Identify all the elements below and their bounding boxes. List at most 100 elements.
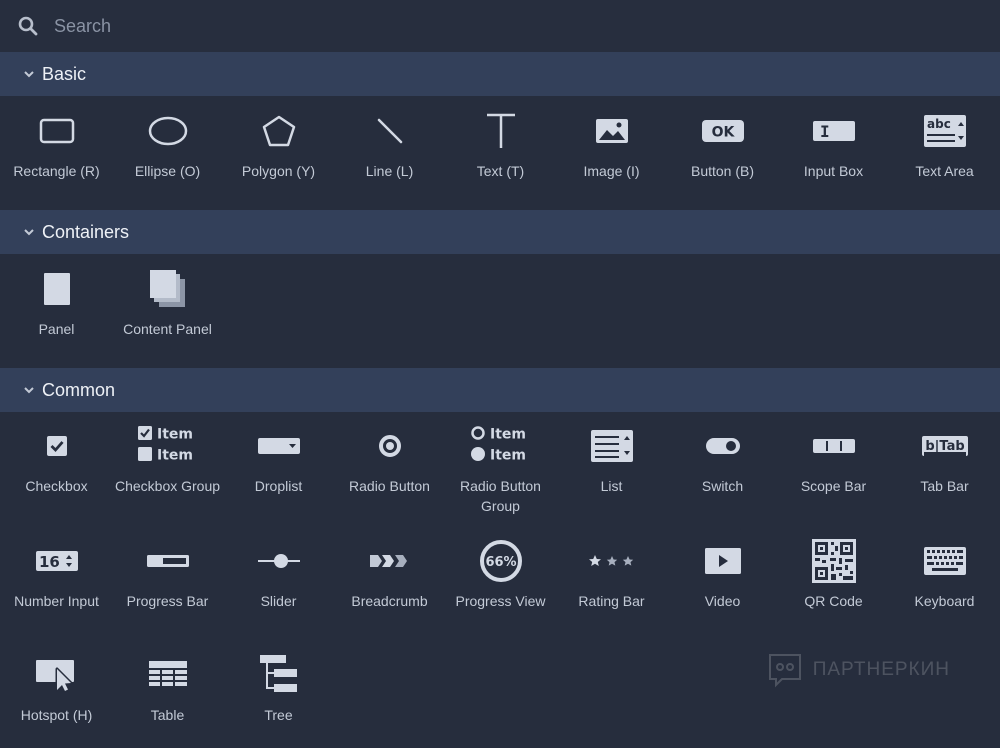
component-label: Tab Bar bbox=[920, 478, 969, 494]
checkbox-item-text: Item bbox=[157, 448, 193, 464]
common-grid: Checkbox Item Item Checkbox Group Droplis… bbox=[0, 412, 1000, 748]
component-progress-view[interactable]: 66% Progress View bbox=[445, 536, 556, 611]
section-header-containers[interactable]: Containers bbox=[0, 210, 1000, 254]
progress-view-icon: 66% bbox=[479, 540, 522, 582]
component-ellipse[interactable]: Ellipse (O) bbox=[112, 106, 223, 181]
component-label: List bbox=[600, 478, 623, 494]
progress-view-percent: 66% bbox=[485, 555, 516, 570]
progress-bar-icon bbox=[146, 555, 189, 567]
component-label: Progress View bbox=[455, 593, 546, 609]
component-label: Number Input bbox=[14, 593, 99, 609]
component-table[interactable]: Table bbox=[112, 650, 223, 725]
text-area-icon: abc bbox=[923, 115, 966, 147]
component-label: Radio Button Group bbox=[460, 478, 541, 514]
component-label: Tree bbox=[264, 707, 293, 723]
component-label: Content Panel bbox=[123, 321, 212, 337]
breadcrumb-icon bbox=[369, 555, 407, 567]
component-droplist[interactable]: Droplist bbox=[223, 421, 334, 496]
basic-grid: Rectangle (R) Ellipse (O) Polygon (Y) Li… bbox=[0, 96, 1000, 210]
watermark: ПАРТНЕРКИН bbox=[767, 652, 950, 688]
text-area-abc-text: abc bbox=[927, 117, 951, 131]
component-switch[interactable]: Switch bbox=[667, 421, 778, 496]
component-content-panel[interactable]: Content Panel bbox=[112, 264, 223, 339]
component-polygon[interactable]: Polygon (Y) bbox=[223, 106, 334, 181]
qr-code-icon bbox=[811, 539, 856, 583]
component-input-box[interactable]: I Input Box bbox=[778, 106, 889, 181]
component-slider[interactable]: Slider bbox=[223, 536, 334, 611]
component-breadcrumb[interactable]: Breadcrumb bbox=[334, 536, 445, 611]
text-icon bbox=[486, 113, 515, 148]
component-label: Ellipse (O) bbox=[134, 163, 201, 179]
component-hotspot[interactable]: Hotspot (H) bbox=[1, 650, 112, 725]
component-scope-bar[interactable]: Scope Bar bbox=[778, 421, 889, 496]
component-rectangle[interactable]: Rectangle (R) bbox=[1, 106, 112, 181]
video-icon bbox=[704, 548, 741, 574]
component-video[interactable]: Video bbox=[667, 536, 778, 611]
component-label: Rating Bar bbox=[578, 593, 645, 609]
checkbox-group-icon: Item Item bbox=[137, 426, 193, 464]
section-title: Common bbox=[42, 379, 116, 400]
component-label: Checkbox bbox=[25, 478, 88, 494]
component-radio-button[interactable]: Radio Button bbox=[334, 421, 445, 496]
component-label: Table bbox=[150, 707, 185, 723]
number-input-value: 16 bbox=[39, 553, 60, 571]
component-qr-code[interactable]: QR Code bbox=[778, 536, 889, 611]
section-title: Containers bbox=[42, 221, 130, 242]
search-input[interactable] bbox=[52, 14, 656, 38]
button-ok-text: OK bbox=[711, 125, 735, 141]
component-label: Keyboard bbox=[914, 593, 975, 609]
chevron-down-icon bbox=[24, 229, 34, 236]
section-header-common[interactable]: Common bbox=[0, 368, 1000, 412]
component-panel[interactable]: Panel bbox=[1, 264, 112, 339]
switch-icon bbox=[705, 438, 740, 454]
component-list[interactable]: List bbox=[556, 421, 667, 496]
button-icon: OK bbox=[701, 120, 744, 142]
search-icon bbox=[18, 16, 38, 36]
radio-button-group-icon: Item Item bbox=[470, 426, 525, 464]
component-label: Droplist bbox=[254, 478, 303, 494]
component-label: QR Code bbox=[804, 593, 863, 609]
component-label: Radio Button bbox=[349, 478, 430, 494]
component-label: Image (I) bbox=[583, 163, 640, 179]
panel-icon bbox=[43, 273, 70, 305]
component-label: Text Area bbox=[915, 163, 974, 179]
content-panel-icon bbox=[149, 270, 185, 307]
checkbox-icon bbox=[46, 436, 67, 456]
component-label: Slider bbox=[260, 593, 297, 609]
component-checkbox[interactable]: Checkbox bbox=[1, 421, 112, 496]
table-icon bbox=[148, 661, 187, 686]
component-radio-button-group[interactable]: Item Item Radio Button Group bbox=[445, 421, 556, 516]
component-checkbox-group[interactable]: Item Item Checkbox Group bbox=[112, 421, 223, 496]
polygon-icon bbox=[262, 115, 295, 147]
component-label: Rectangle (R) bbox=[13, 163, 100, 179]
component-label: Input Box bbox=[803, 163, 864, 179]
line-icon bbox=[377, 118, 402, 144]
component-progress-bar[interactable]: Progress Bar bbox=[112, 536, 223, 611]
input-cursor-text: I bbox=[820, 122, 830, 141]
component-text[interactable]: Text (T) bbox=[445, 106, 556, 181]
component-tab-bar[interactable]: b|Tab Tab Bar bbox=[889, 421, 1000, 496]
component-image[interactable]: Image (I) bbox=[556, 106, 667, 181]
component-number-input[interactable]: 16 Number Input bbox=[1, 536, 112, 611]
droplist-icon bbox=[257, 438, 300, 454]
component-label: Button (B) bbox=[690, 163, 755, 179]
section-header-basic[interactable]: Basic bbox=[0, 52, 1000, 96]
component-keyboard[interactable]: Keyboard bbox=[889, 536, 1000, 611]
component-tree[interactable]: Tree bbox=[223, 650, 334, 725]
checkbox-item-text: Item bbox=[157, 427, 193, 443]
image-icon bbox=[595, 119, 628, 143]
radio-button-icon bbox=[378, 435, 401, 457]
component-line[interactable]: Line (L) bbox=[334, 106, 445, 181]
component-label: Checkbox Group bbox=[114, 478, 221, 494]
scope-bar-icon bbox=[812, 439, 855, 453]
component-button[interactable]: OK Button (B) bbox=[667, 106, 778, 181]
watermark-text: ПАРТНЕРКИН bbox=[812, 659, 950, 680]
component-label: Hotspot (H) bbox=[20, 707, 93, 723]
component-rating-bar[interactable]: Rating Bar bbox=[556, 536, 667, 611]
component-text-area[interactable]: abc Text Area bbox=[889, 106, 1000, 181]
tree-icon bbox=[259, 655, 297, 692]
containers-grid: Panel Content Panel bbox=[0, 254, 1000, 368]
rating-bar-icon bbox=[588, 555, 633, 566]
component-label: Polygon (Y) bbox=[241, 163, 316, 179]
slider-icon bbox=[257, 554, 300, 568]
